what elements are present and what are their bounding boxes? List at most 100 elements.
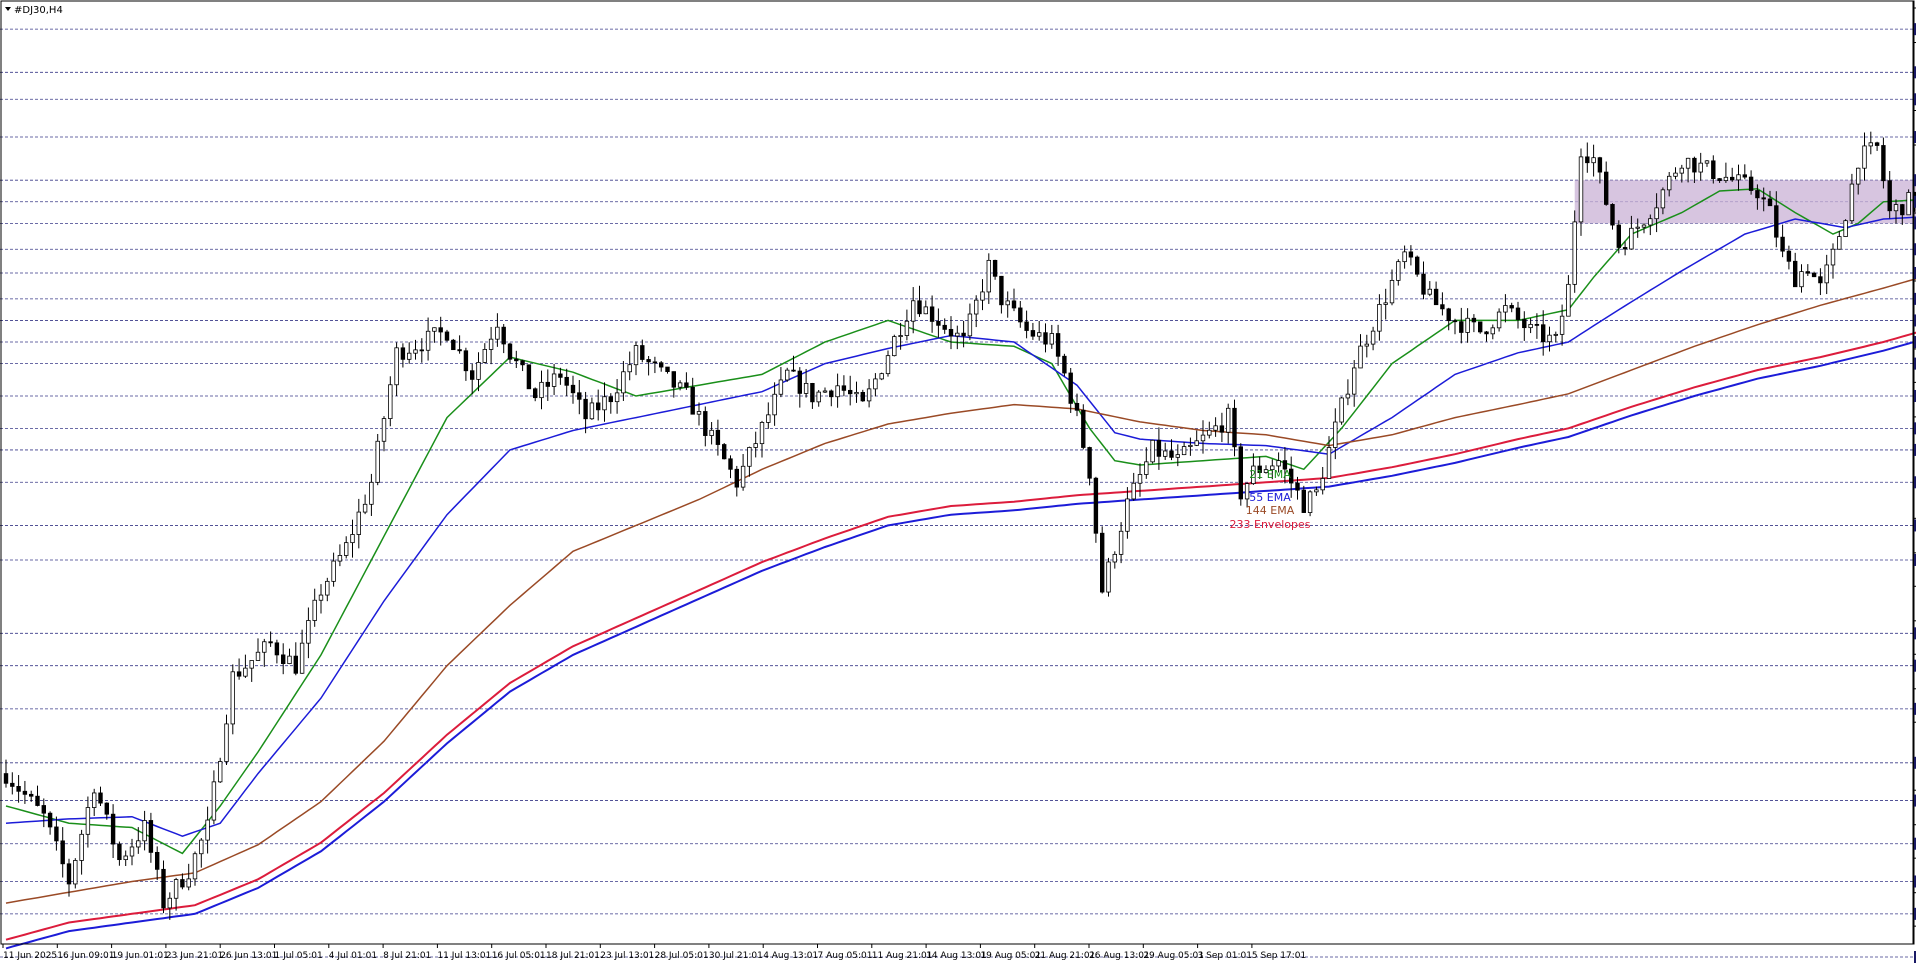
candle-body — [1219, 425, 1225, 433]
candle — [1478, 321, 1483, 334]
candle-body — [1767, 198, 1773, 207]
candle-body — [1352, 367, 1357, 395]
candle-body — [1830, 248, 1836, 266]
candle — [526, 364, 532, 390]
candle-body — [343, 542, 349, 556]
candle-body — [438, 327, 443, 333]
candle-body — [558, 373, 563, 378]
candle-body — [860, 391, 865, 402]
candle — [451, 338, 456, 351]
candle-body — [514, 358, 519, 362]
candle-body — [797, 370, 802, 394]
candle-body — [1723, 176, 1729, 181]
candle-body — [217, 761, 223, 783]
candle-body — [192, 853, 198, 880]
candle-body — [1062, 355, 1067, 374]
candle-body — [469, 370, 475, 380]
candle — [892, 334, 897, 357]
candle-body — [747, 447, 752, 467]
time-tick-label: 4 Jul 01:01 — [329, 951, 377, 961]
candle — [444, 329, 450, 342]
candle-body — [1780, 236, 1785, 252]
candle-body — [1755, 190, 1760, 199]
candle-body — [583, 398, 588, 420]
candle-body — [1541, 324, 1546, 343]
time-tick-label: 11 Jun 2025 — [3, 951, 57, 961]
candle-body — [318, 594, 324, 601]
candle-body — [47, 812, 53, 828]
candle-body — [167, 897, 172, 909]
time-tick-label: 29 Aug 05:01 — [1143, 951, 1204, 961]
candle-body — [986, 259, 991, 293]
candle-body — [1629, 227, 1634, 250]
candle-body — [1194, 440, 1199, 446]
candle — [1106, 557, 1111, 597]
candle-body — [659, 362, 664, 368]
candle-body — [1900, 204, 1905, 216]
candle-body — [274, 642, 280, 656]
candle — [375, 433, 380, 486]
candle-body — [1333, 421, 1338, 448]
candle-body — [1610, 204, 1615, 226]
candle-body — [255, 651, 261, 661]
candle-body — [1509, 305, 1514, 309]
candle-body — [1717, 178, 1722, 181]
time-tick-label: 28 Jul 05:01 — [655, 951, 709, 961]
candle — [230, 664, 235, 735]
candle-body — [1736, 174, 1741, 181]
candle-body — [942, 324, 947, 330]
candle-body — [835, 385, 840, 398]
candle-body — [262, 641, 267, 653]
candle-body — [1547, 334, 1552, 343]
candle-body — [173, 879, 179, 899]
candle-body — [545, 381, 550, 387]
candle-body — [640, 345, 645, 360]
candle-body — [394, 347, 399, 386]
candle-body — [866, 388, 872, 402]
candle-body — [1377, 304, 1382, 332]
legend-ema21: 21 EMA — [1249, 468, 1291, 481]
candle-body — [1100, 532, 1105, 593]
candle — [1307, 490, 1313, 517]
candle-body — [337, 555, 343, 562]
candle-body — [1616, 224, 1621, 248]
candle-body — [848, 389, 853, 395]
time-tick-label: 8 Jul 21:01 — [383, 951, 431, 961]
candle-body — [1383, 302, 1388, 305]
candle — [1843, 219, 1848, 238]
candle-body — [312, 599, 317, 621]
candle-body — [10, 782, 15, 787]
candle-body — [211, 781, 217, 821]
candle-body — [1566, 283, 1571, 317]
candle — [1301, 485, 1306, 513]
candle-body — [974, 299, 979, 315]
candle-body — [1452, 320, 1458, 323]
candle-body — [652, 361, 658, 364]
candle-body — [1043, 332, 1048, 345]
price-chart[interactable]: 4630046100459754580045600455004540045280… — [0, 0, 1916, 963]
candle-body — [1106, 561, 1111, 593]
candle-body — [1068, 372, 1073, 404]
candle-body — [810, 382, 815, 403]
candle-body — [1181, 446, 1187, 456]
candle — [879, 372, 884, 381]
time-tick-label: 23 Jun 21:01 — [166, 951, 223, 961]
candle-body — [759, 422, 765, 445]
candle-body — [684, 382, 689, 388]
candle-body — [1156, 439, 1162, 457]
candle-body — [501, 326, 506, 345]
candle-body — [1389, 279, 1395, 304]
candle-body — [722, 444, 727, 460]
chart-background — [0, 0, 1916, 963]
candle-body — [1030, 330, 1036, 337]
candle-body — [1478, 321, 1483, 333]
time-tick-label: 19 Jun 01:01 — [112, 951, 169, 961]
candle-body — [696, 411, 702, 415]
candle-body — [1276, 460, 1281, 467]
symbol-title: #DJ30,H4 — [14, 5, 63, 16]
candle-body — [539, 381, 544, 399]
candle-body — [35, 795, 40, 806]
candle-body — [564, 376, 569, 386]
candle-body — [3, 773, 9, 784]
time-tick-label: 11 Aug 21:01 — [872, 951, 933, 961]
